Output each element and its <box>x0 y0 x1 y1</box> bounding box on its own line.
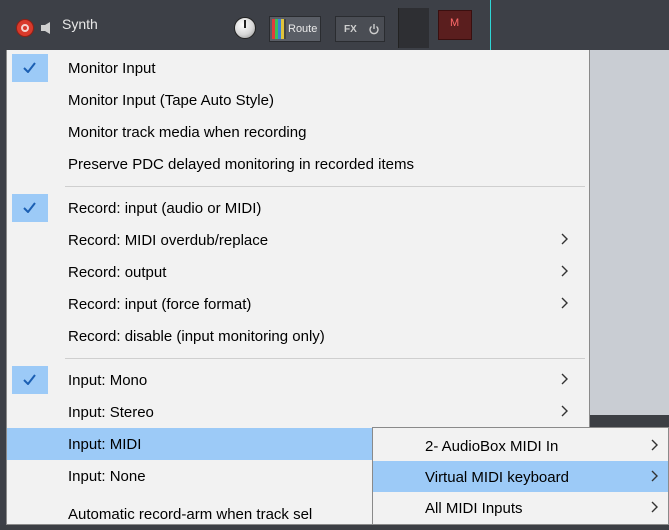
menu-item-monitor-input-tape[interactable]: Monitor Input (Tape Auto Style) <box>7 84 589 116</box>
menu-item-label: Automatic record-arm when track sel <box>68 506 313 523</box>
submenu-item-label: 2- AudioBox MIDI In <box>425 438 559 455</box>
mute-button[interactable]: M <box>438 10 472 40</box>
menu-separator <box>65 358 585 359</box>
checkmark-icon <box>23 374 36 385</box>
menu-item-record-input[interactable]: Record: input (audio or MIDI) <box>7 192 589 224</box>
menu-item-label: Input: None <box>68 468 146 485</box>
track-meter <box>398 8 429 48</box>
menu-item-label: Record: MIDI overdub/replace <box>68 232 269 249</box>
chevron-right-icon <box>561 265 568 277</box>
menu-item-input-mono[interactable]: Input: Mono <box>7 364 589 396</box>
chevron-right-icon <box>651 439 658 451</box>
menu-separator <box>65 186 585 187</box>
midi-input-submenu: 2- AudioBox MIDI In Virtual MIDI keyboar… <box>372 427 669 525</box>
checkmark-icon <box>23 62 36 73</box>
menu-item-monitor-track-media[interactable]: Monitor track media when recording <box>7 116 589 148</box>
record-arm-button[interactable] <box>16 19 34 37</box>
route-label: Route <box>288 23 318 35</box>
track-header: Synth Route FX M <box>0 0 669 51</box>
menu-item-label: Record: input (audio or MIDI) <box>68 200 262 217</box>
submenu-item-label: Virtual MIDI keyboard <box>425 469 569 486</box>
menu-item-label: Record: output <box>68 264 167 281</box>
route-icon <box>272 19 286 39</box>
check-area <box>12 194 48 222</box>
menu-item-monitor-input[interactable]: Monitor Input <box>7 52 589 84</box>
check-area <box>12 54 48 82</box>
menu-item-record-disable[interactable]: Record: disable (input monitoring only) <box>7 320 589 352</box>
route-button[interactable]: Route <box>269 16 321 42</box>
mute-label: M <box>450 17 460 29</box>
check-area <box>12 366 48 394</box>
power-icon[interactable] <box>368 23 380 35</box>
menu-item-label: Input: Mono <box>68 372 148 389</box>
menu-item-input-stereo[interactable]: Input: Stereo <box>7 396 589 428</box>
menu-item-label: Record: input (force format) <box>68 296 252 313</box>
submenu-item-virtual-midi-keyboard[interactable]: Virtual MIDI keyboard <box>373 461 668 492</box>
chevron-right-icon <box>561 405 568 417</box>
menu-item-label: Input: Stereo <box>68 404 154 421</box>
chevron-right-icon <box>561 233 568 245</box>
edit-cursor <box>490 0 491 50</box>
chevron-right-icon <box>651 470 658 482</box>
menu-item-preserve-pdc[interactable]: Preserve PDC delayed monitoring in recor… <box>7 148 589 180</box>
chevron-right-icon <box>651 501 658 513</box>
menu-item-label: Monitor track media when recording <box>68 124 307 141</box>
speaker-icon[interactable] <box>40 21 54 35</box>
checkmark-icon <box>23 202 36 213</box>
menu-item-label: Record: disable (input monitoring only) <box>68 328 325 345</box>
fx-label: FX <box>344 24 357 35</box>
submenu-item-audiobox-midi-in[interactable]: 2- AudioBox MIDI In <box>373 430 668 461</box>
menu-item-label: Input: MIDI <box>68 436 142 453</box>
chevron-right-icon <box>561 373 568 385</box>
submenu-item-label: All MIDI Inputs <box>425 500 523 517</box>
menu-item-record-output[interactable]: Record: output <box>7 256 589 288</box>
menu-item-label: Monitor Input <box>68 60 156 77</box>
menu-item-record-input-force-format[interactable]: Record: input (force format) <box>7 288 589 320</box>
menu-item-label: Monitor Input (Tape Auto Style) <box>68 92 274 109</box>
menu-item-record-midi-overdub[interactable]: Record: MIDI overdub/replace <box>7 224 589 256</box>
chevron-right-icon <box>561 297 568 309</box>
fx-button[interactable]: FX <box>335 16 385 42</box>
volume-knob[interactable] <box>234 17 256 39</box>
arrange-area <box>590 50 669 415</box>
menu-item-label: Preserve PDC delayed monitoring in recor… <box>68 156 414 173</box>
track-name[interactable]: Synth <box>62 16 98 32</box>
submenu-item-all-midi-inputs[interactable]: All MIDI Inputs <box>373 492 668 523</box>
